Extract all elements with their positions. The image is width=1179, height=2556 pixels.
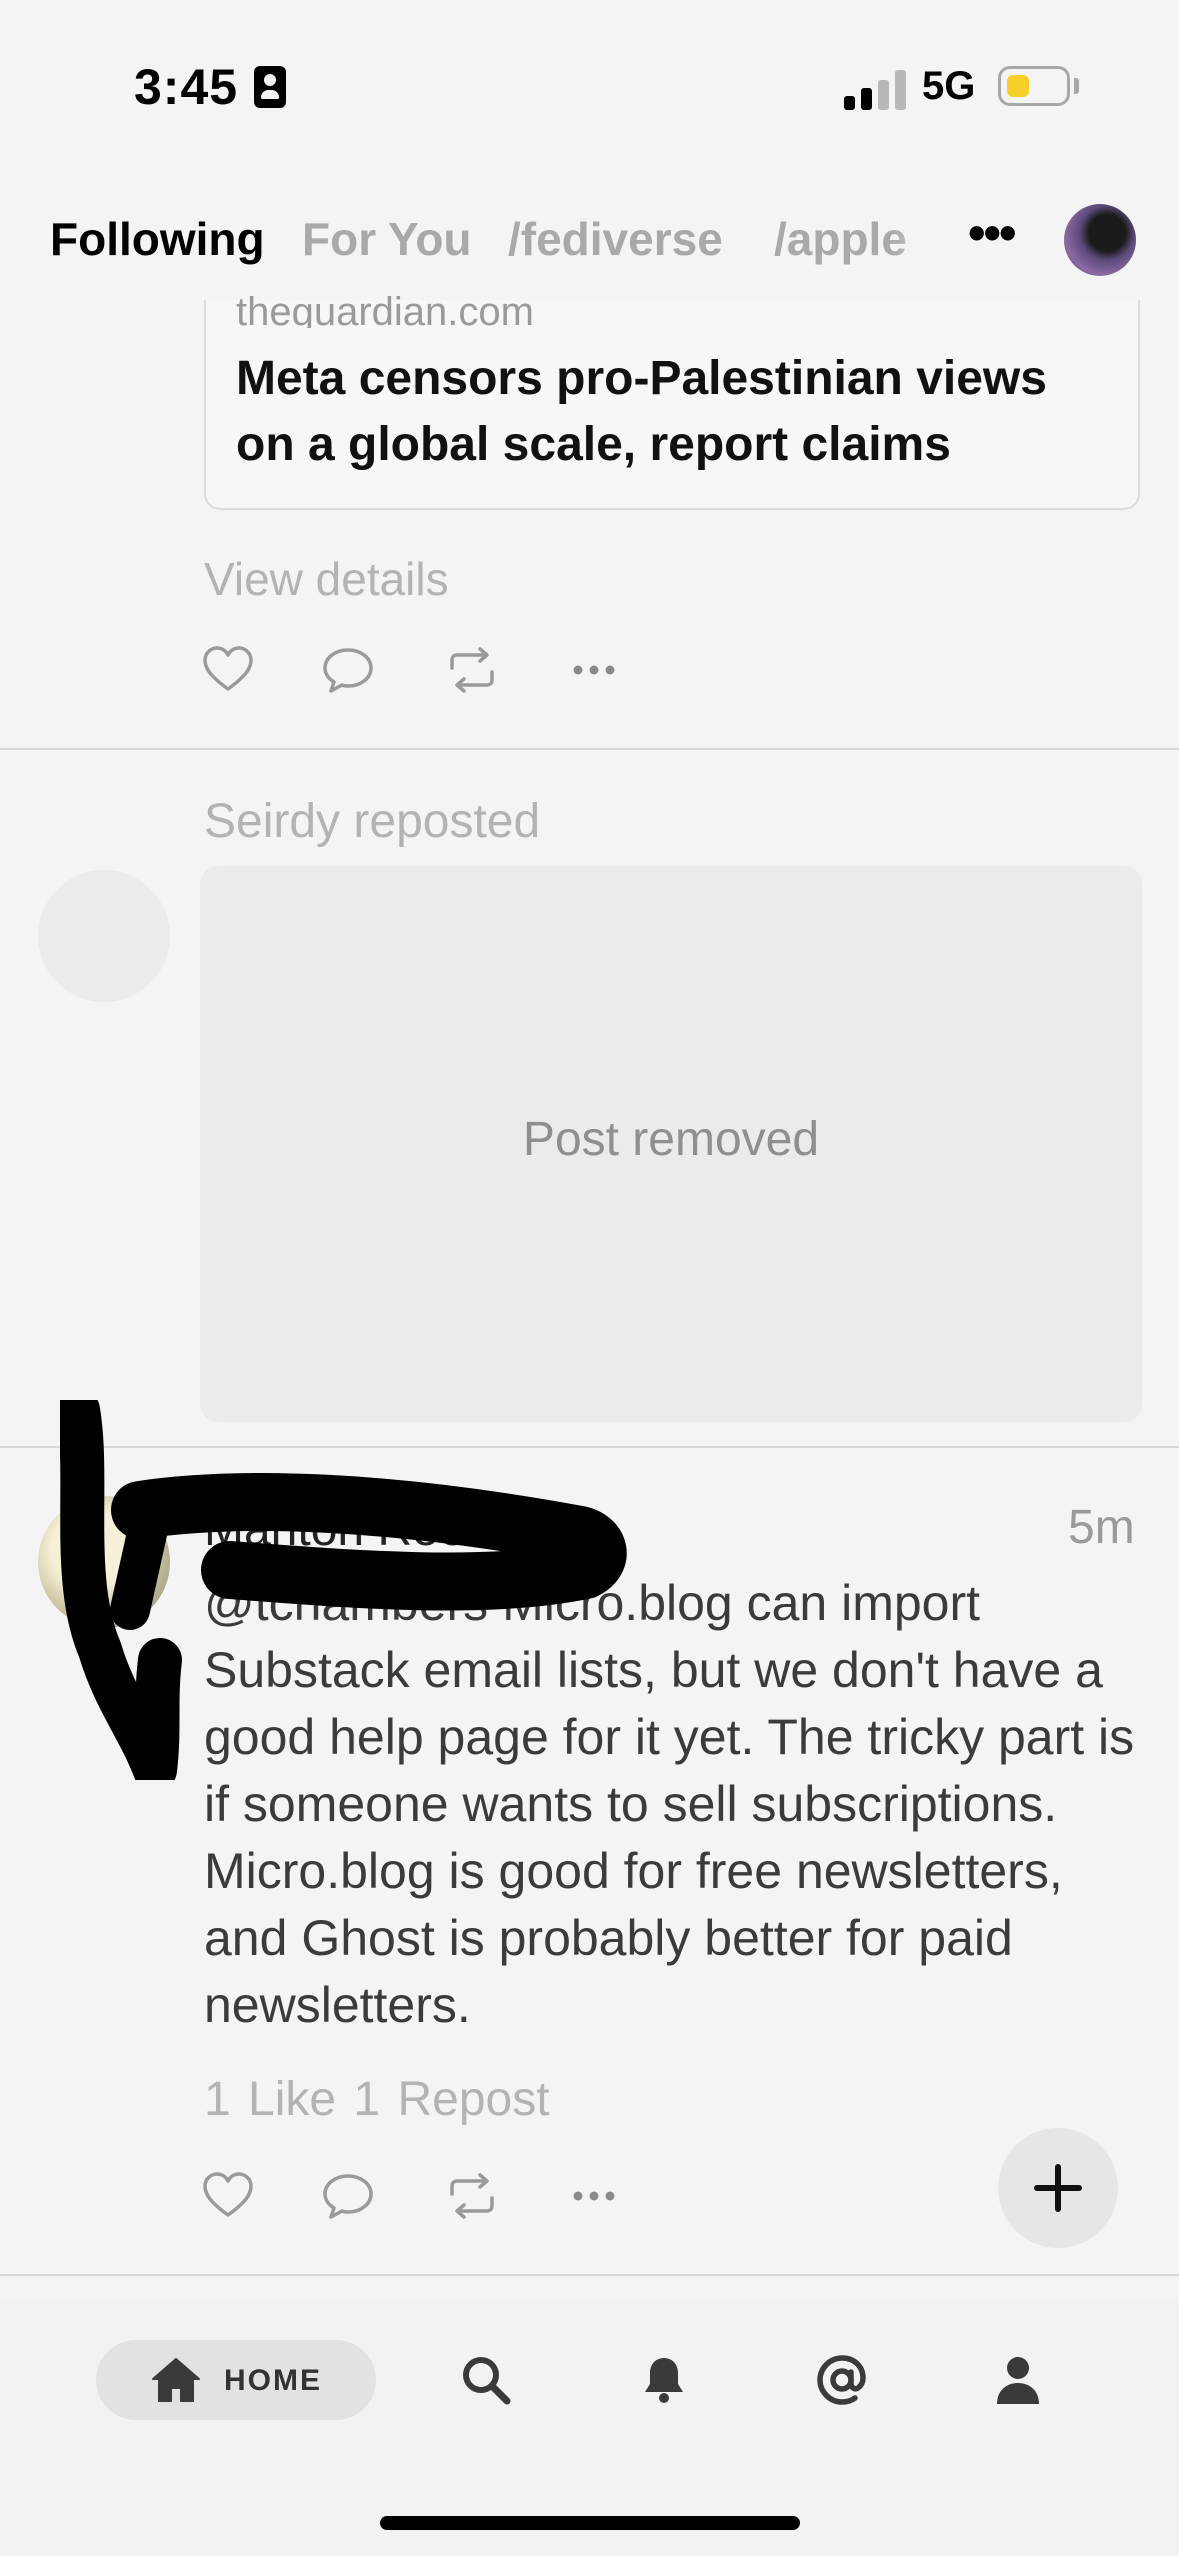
link-title[interactable]: Meta censors pro-Palestinian views on a … <box>236 346 1116 478</box>
repost-label[interactable]: Seirdy reposted <box>204 794 540 849</box>
link-domain: theguardian.com <box>236 290 534 328</box>
battery-icon <box>998 66 1070 106</box>
post-stats[interactable]: 1 Like 1 Repost <box>204 2072 550 2127</box>
cellular-signal-icon <box>844 70 906 110</box>
post-divider <box>0 2274 1179 2276</box>
bell-icon[interactable] <box>636 2352 692 2408</box>
search-icon[interactable] <box>458 2352 514 2408</box>
like-heart-icon[interactable] <box>200 642 256 698</box>
home-icon <box>152 2358 200 2402</box>
more-options-icon[interactable]: ••• <box>968 208 1028 258</box>
post-time: 5m <box>1068 1501 1135 1554</box>
more-actions-icon[interactable] <box>566 2168 622 2224</box>
person-icon[interactable] <box>990 2352 1046 2408</box>
compose-button[interactable] <box>998 2128 1118 2248</box>
reply-bubble-icon[interactable] <box>320 2168 376 2224</box>
at-icon[interactable] <box>814 2352 870 2408</box>
like-heart-icon[interactable] <box>200 2168 256 2224</box>
avatar-placeholder <box>38 870 170 1002</box>
tab-apple[interactable]: /apple <box>774 212 907 266</box>
home-indicator <box>380 2516 800 2530</box>
nav-home-label: HOME <box>224 2364 322 2397</box>
battery-tip <box>1074 78 1079 94</box>
profile-avatar[interactable] <box>1064 204 1136 276</box>
reply-bubble-icon[interactable] <box>320 642 376 698</box>
post-divider <box>0 748 1179 750</box>
repost-icon[interactable] <box>444 2168 500 2224</box>
redaction-scribble <box>60 1400 627 1780</box>
contact-card-icon <box>254 66 286 108</box>
tab-fade <box>890 200 970 290</box>
tab-following[interactable]: Following <box>50 212 265 266</box>
tab-for-you[interactable]: For You <box>302 212 472 266</box>
repost-icon[interactable] <box>444 642 500 698</box>
status-time: 3:45 <box>134 59 239 115</box>
post-actions <box>200 2168 640 2228</box>
more-actions-icon[interactable] <box>566 642 622 698</box>
network-type: 5G <box>922 64 976 108</box>
removed-post-text: Post removed <box>522 1113 820 1166</box>
view-details-link[interactable]: View details <box>204 552 449 606</box>
tab-fediverse[interactable]: /fediverse <box>508 212 723 266</box>
post-actions <box>200 642 640 702</box>
